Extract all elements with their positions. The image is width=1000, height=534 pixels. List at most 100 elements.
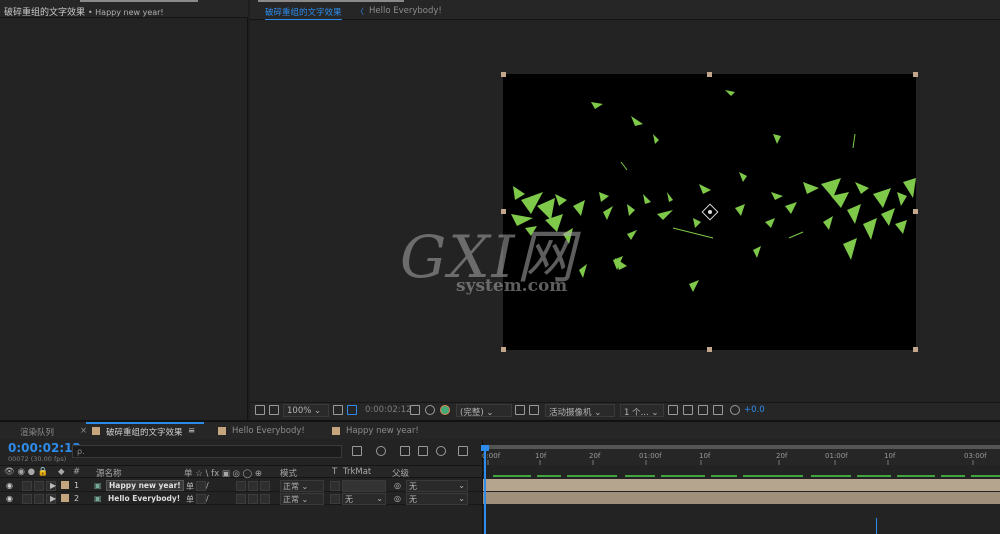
tab-close-icon[interactable]: × xyxy=(80,426,87,436)
tab-render-queue[interactable]: 渲染队列 xyxy=(20,426,54,438)
region-of-interest-icon[interactable] xyxy=(515,405,525,415)
switch-box[interactable] xyxy=(248,494,258,504)
ruler-tick-label: 20f xyxy=(776,452,788,460)
camera-select[interactable]: 活动摄像机 ⌄ xyxy=(545,404,615,418)
ruler-tick-marks xyxy=(487,460,974,465)
playhead-handle[interactable] xyxy=(481,445,489,451)
pickwhip-icon[interactable]: ◎ xyxy=(394,494,401,503)
eye-icon[interactable]: ◉ xyxy=(6,494,13,503)
resolution-select[interactable]: (完整) ⌄ xyxy=(456,404,512,418)
preserve-transparency-toggle[interactable] xyxy=(330,481,340,491)
grid-icon[interactable] xyxy=(333,405,343,415)
label-tag-icon: ◆ xyxy=(58,467,65,477)
switch-box[interactable] xyxy=(248,481,258,491)
ruler-tick-label: 01:00f xyxy=(639,452,662,460)
always-preview-icon[interactable] xyxy=(255,405,265,415)
timeline-toggle-icon[interactable] xyxy=(698,405,708,415)
collapse-switch-icon[interactable]: 单 xyxy=(186,481,194,492)
current-time-display[interactable]: 0:00:02:12 xyxy=(8,441,81,455)
ruler-tick-label: 01:00f xyxy=(825,452,848,460)
collapse-switch-icon[interactable]: 单 xyxy=(186,494,194,505)
parent-value: 无 xyxy=(409,482,417,491)
preserve-transparency-toggle[interactable] xyxy=(330,494,340,504)
quality-slash-icon[interactable]: / xyxy=(206,494,209,503)
tab-comp-happy[interactable]: Happy new year! xyxy=(346,426,419,436)
exposure-reset-icon[interactable] xyxy=(730,405,740,415)
monitor-icon[interactable] xyxy=(269,405,279,415)
exposure-value[interactable]: +0.0 xyxy=(744,405,765,415)
layer-duration-bar[interactable] xyxy=(483,492,1000,504)
pickwhip-icon[interactable]: ◎ xyxy=(394,481,401,490)
graph-editor-icon[interactable] xyxy=(458,446,468,456)
tab-menu-icon[interactable]: ≡ xyxy=(188,426,195,436)
parent-select[interactable]: 无 ⌄ xyxy=(406,480,468,492)
pixel-aspect-icon[interactable] xyxy=(668,405,678,415)
audio-toggle[interactable] xyxy=(22,494,32,504)
fast-preview-icon[interactable] xyxy=(683,405,693,415)
mode-select[interactable]: 正常 ⌄ xyxy=(280,493,324,505)
view-layout-select[interactable]: 1 个... ⌄ xyxy=(620,404,664,418)
tab-comp-hello[interactable]: Hello Everybody! xyxy=(232,426,305,436)
mask-visibility-icon[interactable] xyxy=(347,405,357,415)
show-snapshot-icon[interactable] xyxy=(425,405,435,415)
transform-handle[interactable] xyxy=(501,347,506,352)
audio-toggle[interactable] xyxy=(22,481,32,491)
layer-name[interactable]: Happy new year! xyxy=(106,480,184,491)
project-tab[interactable]: 破碎重组的文字效果 • Happy new year! xyxy=(4,5,164,18)
trkmat-select[interactable] xyxy=(342,480,386,492)
shy-layers-icon[interactable] xyxy=(400,446,410,456)
switches-header: 单 ☆ \ fx ▣ ◎ ◯ ⊕ xyxy=(184,469,263,479)
layer-duration-bar[interactable] xyxy=(483,479,1000,491)
time-marker xyxy=(876,518,877,534)
project-tab-subtitle: • Happy new year! xyxy=(87,8,164,17)
eye-icon[interactable]: ◉ xyxy=(6,481,13,490)
work-area-bar[interactable] xyxy=(483,445,1000,449)
camera-snapshot-icon[interactable] xyxy=(410,405,420,415)
solo-toggle[interactable] xyxy=(34,481,44,491)
quality-slash-icon[interactable]: / xyxy=(206,481,209,490)
source-name-header[interactable]: 源名称 xyxy=(96,467,122,479)
camera-value: 活动摄像机 xyxy=(549,408,592,418)
ruler-tick-label: 10f xyxy=(535,452,547,460)
expand-arrow-icon[interactable]: ▶ xyxy=(50,481,56,490)
switch-box[interactable] xyxy=(260,494,270,504)
trkmat-header: TrkMat xyxy=(343,467,372,477)
frame-rate-text: 00072 (30.00 fps) xyxy=(8,455,67,463)
tab-comp-main[interactable]: 破碎重组的文字效果 xyxy=(106,426,183,438)
parent-select[interactable]: 无 ⌄ xyxy=(406,493,468,505)
label-swatch[interactable] xyxy=(61,494,69,502)
transform-handle[interactable] xyxy=(913,209,918,214)
lock-icon[interactable]: 〈 xyxy=(356,6,364,17)
viewer-timecode[interactable]: 0:00:02:12 xyxy=(365,405,411,415)
switch-box[interactable] xyxy=(260,481,270,491)
frame-blending-icon[interactable] xyxy=(418,446,428,456)
viewer-tab-comp[interactable]: 破碎重组的文字效果 xyxy=(265,6,342,20)
zoom-select[interactable]: 100% ⌄ xyxy=(283,404,329,417)
switch-box[interactable] xyxy=(236,481,246,491)
solo-toggle[interactable] xyxy=(34,494,44,504)
label-swatch[interactable] xyxy=(61,481,69,489)
quality-switch[interactable] xyxy=(196,494,206,504)
motion-blur-icon[interactable] xyxy=(436,446,446,456)
transform-handle[interactable] xyxy=(501,209,506,214)
trkmat-select[interactable]: 无 ⌄ xyxy=(342,493,386,505)
quality-switch[interactable] xyxy=(196,481,206,491)
comp-mini-flowchart-icon[interactable] xyxy=(352,446,362,456)
layer-search-input[interactable]: ρ. xyxy=(72,445,342,458)
transform-handle[interactable] xyxy=(913,72,918,77)
transform-handle[interactable] xyxy=(913,347,918,352)
switch-box[interactable] xyxy=(236,494,246,504)
viewer-tab-hello[interactable]: Hello Everybody! xyxy=(369,6,442,16)
color-channel-icon[interactable] xyxy=(440,405,450,415)
mode-select[interactable]: 正常 ⌄ xyxy=(280,480,324,492)
layer-name[interactable]: Hello Everybody! xyxy=(108,494,180,503)
transform-handle[interactable] xyxy=(501,72,506,77)
transform-handle[interactable] xyxy=(707,347,712,352)
playhead[interactable] xyxy=(484,449,486,534)
flowchart-icon[interactable] xyxy=(713,405,723,415)
comp-label-swatch xyxy=(332,427,340,435)
transform-handle[interactable] xyxy=(707,72,712,77)
transparency-grid-icon[interactable] xyxy=(529,405,539,415)
draft-3d-icon[interactable] xyxy=(376,446,386,456)
expand-arrow-icon[interactable]: ▶ xyxy=(50,494,56,503)
